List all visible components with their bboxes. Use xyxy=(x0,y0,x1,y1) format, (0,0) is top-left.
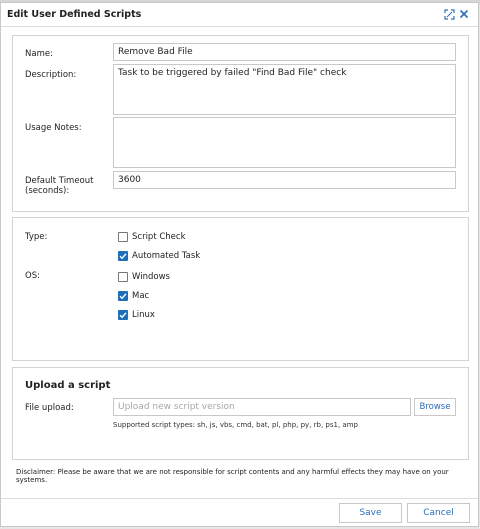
timeout-label: Default Timeout (seconds): xyxy=(25,176,94,196)
description-field[interactable]: Task to be triggered by failed "Find Bad… xyxy=(113,64,456,115)
usage-notes-label: Usage Notes: xyxy=(25,123,82,133)
dialog-titlebar: Edit User Defined Scripts xyxy=(1,3,478,27)
disclaimer-text: Disclaimer: Please be aware that we are … xyxy=(16,468,449,484)
os-option-windows[interactable]: Windows xyxy=(118,272,170,282)
os-option-linux[interactable]: Linux xyxy=(118,310,155,320)
cancel-button[interactable]: Cancel xyxy=(407,503,470,523)
timeout-field[interactable]: 3600 xyxy=(113,171,456,189)
general-section: Name: Remove Bad File Description: Task … xyxy=(12,35,469,212)
type-option-script-check[interactable]: Script Check xyxy=(118,232,186,242)
type-label: Type: xyxy=(25,232,48,242)
file-upload-input[interactable]: Upload new script version xyxy=(113,398,411,416)
close-icon[interactable] xyxy=(458,8,470,20)
os-option-mac[interactable]: Mac xyxy=(118,291,149,301)
type-os-section: Type: Script Check Automated Task OS: Wi… xyxy=(12,217,469,361)
name-field[interactable]: Remove Bad File xyxy=(113,43,456,61)
footer-divider xyxy=(1,498,478,499)
type-option-automated-task[interactable]: Automated Task xyxy=(118,251,200,261)
checkbox-checked-icon[interactable] xyxy=(118,291,128,301)
edit-scripts-dialog: Edit User Defined Scripts Name: Remove B… xyxy=(0,2,479,527)
title-actions xyxy=(443,8,470,20)
save-button[interactable]: Save xyxy=(339,503,402,523)
upload-title: Upload a script xyxy=(25,380,111,391)
description-label: Description: xyxy=(25,70,77,80)
upload-section: Upload a script File upload: Upload new … xyxy=(12,367,469,460)
checkbox-unchecked-icon[interactable] xyxy=(118,232,128,242)
file-upload-label: File upload: xyxy=(25,403,74,413)
supported-types-hint: Supported script types: sh, js, vbs, cmd… xyxy=(113,421,358,429)
checkbox-checked-icon[interactable] xyxy=(118,310,128,320)
checkbox-checked-icon[interactable] xyxy=(118,251,128,261)
name-label: Name: xyxy=(25,49,53,59)
checkbox-unchecked-icon[interactable] xyxy=(118,272,128,282)
dialog-title: Edit User Defined Scripts xyxy=(7,9,142,20)
browse-button[interactable]: Browse xyxy=(414,398,456,416)
usage-notes-field[interactable] xyxy=(113,117,456,168)
expand-icon[interactable] xyxy=(443,8,455,20)
os-label: OS: xyxy=(25,271,40,281)
